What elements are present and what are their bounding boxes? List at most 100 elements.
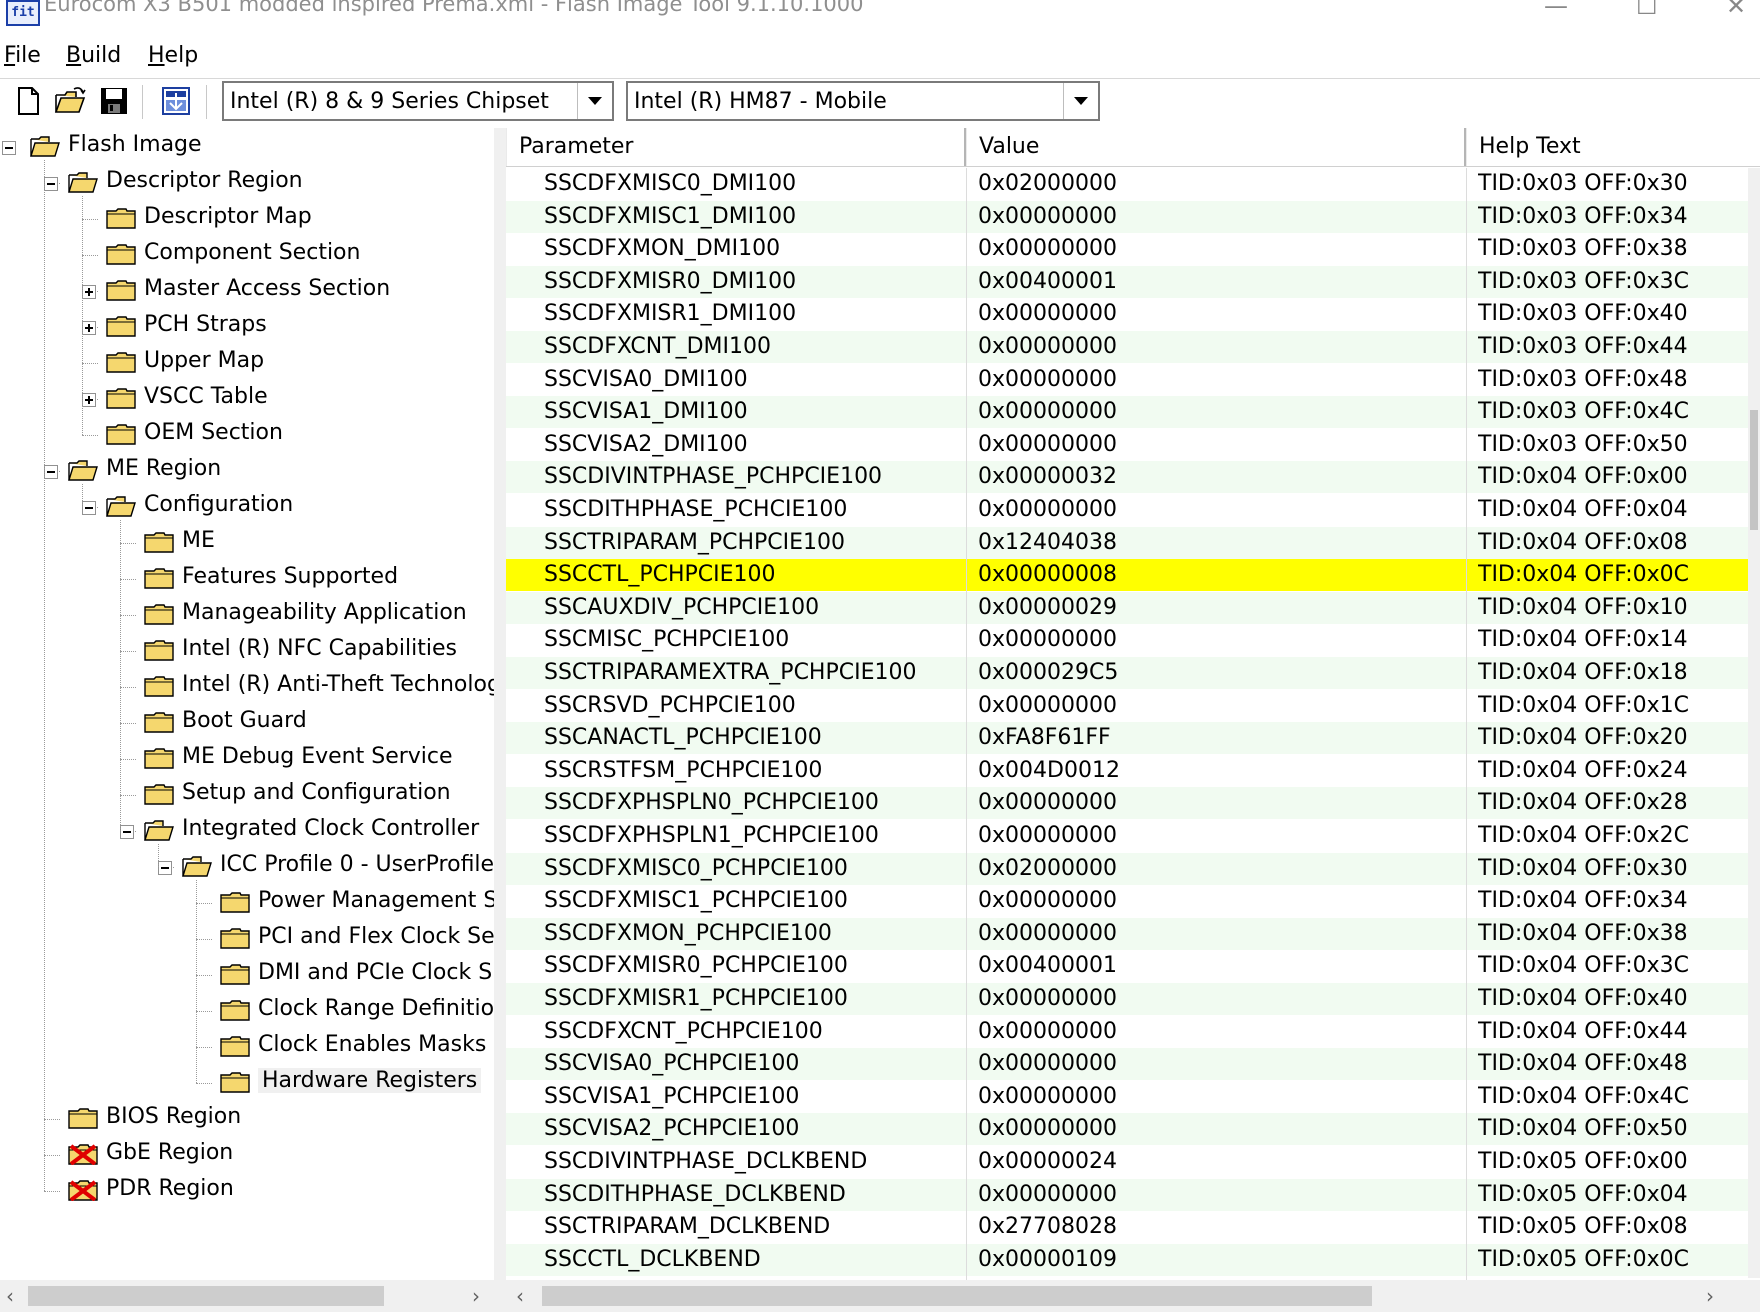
collapse-icon[interactable] <box>44 177 58 191</box>
collapse-icon[interactable] <box>120 825 134 839</box>
table-row[interactable]: SSCDFXMISR1_PCHPCIE100 0x00000000 TID:0x04… <box>506 983 1756 1015</box>
value-cell[interactable]: 0x00000000 <box>978 690 1466 722</box>
scroll-left-icon[interactable]: ‹ <box>6 1284 14 1308</box>
value-cell[interactable]: 0x02000000 <box>978 168 1466 200</box>
value-cell[interactable]: 0x00000008 <box>978 559 1466 591</box>
table-row[interactable]: SSCDIVINTPHASE_PCHPCIE100 0x00000032 TID:0… <box>506 461 1756 493</box>
value-cell[interactable]: 0x00000000 <box>978 918 1466 950</box>
value-cell[interactable]: 0x00000000 <box>978 1179 1466 1211</box>
value-cell[interactable]: 0x00000000 <box>978 1016 1466 1048</box>
table-row[interactable]: SSCVISA0_DMI100 0x00000000 TID:0x03 OFF:0x… <box>506 364 1756 396</box>
table-row[interactable]: SSCDFXMISC1_DMI100 0x00000000 TID:0x03 OFF… <box>506 201 1756 233</box>
table-row[interactable]: SSCTRIPARAMEXTRA_PCHPCIE100 0x000029C5 TID… <box>506 657 1756 689</box>
maximize-button[interactable]: ☐ <box>1636 0 1658 20</box>
expand-icon[interactable] <box>82 285 96 299</box>
table-row[interactable]: SSCDFXMISR0_DMI100 0x00400001 TID:0x03 OFF… <box>506 266 1756 298</box>
table-row[interactable]: SSCDFXPHSPLN0_PCHPCIE100 0x00000000 TID:0x… <box>506 787 1756 819</box>
expand-icon[interactable] <box>82 393 96 407</box>
build-image-icon[interactable] <box>160 85 192 117</box>
value-cell[interactable]: 0x00000032 <box>978 461 1466 493</box>
value-cell[interactable]: 0x00000109 <box>978 1244 1466 1276</box>
value-cell[interactable]: 0x00000000 <box>978 1048 1466 1080</box>
chipset-select[interactable]: Intel (R) 8 & 9 Series Chipset <box>222 81 614 121</box>
value-cell[interactable]: 0x00000000 <box>978 624 1466 656</box>
table-row[interactable]: SSCDFXMISC0_PCHPCIE100 0x02000000 TID:0x04… <box>506 853 1756 885</box>
table-row[interactable]: SSCAUXDIV_PCHPCIE100 0x00000029 TID:0x04 O… <box>506 592 1756 624</box>
table-row[interactable]: SSCCTL_PCHPCIE100 0x00000008 TID:0x04 OFF:… <box>506 559 1756 591</box>
value-cell[interactable]: 0x00000000 <box>978 396 1466 428</box>
value-cell[interactable]: 0x00000000 <box>978 820 1466 852</box>
open-folder-icon[interactable] <box>54 85 86 117</box>
value-cell[interactable]: 0xFA8F61FF <box>978 722 1466 754</box>
value-cell[interactable]: 0x00000000 <box>978 364 1466 396</box>
value-cell[interactable]: 0x00000000 <box>978 233 1466 265</box>
table-row[interactable]: SSCVISA1_DMI100 0x00000000 TID:0x03 OFF:0x… <box>506 396 1756 428</box>
table-row[interactable]: SSCDFXCNT_PCHPCIE100 0x00000000 TID:0x04 O… <box>506 1016 1756 1048</box>
value-cell[interactable]: 0x00000000 <box>978 1113 1466 1145</box>
scrollbar-thumb[interactable] <box>28 1286 384 1306</box>
value-cell[interactable]: 0x00400001 <box>978 950 1466 982</box>
table-row[interactable]: SSCTRIPARAM_DCLKBEND 0x27708028 TID:0x05 O… <box>506 1211 1756 1243</box>
value-cell[interactable]: 0x00000000 <box>978 494 1466 526</box>
collapse-icon[interactable] <box>158 861 172 875</box>
value-cell[interactable]: 0x00000000 <box>978 787 1466 819</box>
new-file-icon[interactable] <box>12 85 44 117</box>
scrollbar-thumb[interactable] <box>542 1286 1372 1306</box>
table-row[interactable]: SSCRSTFSM_PCHPCIE100 0x004D0012 TID:0x04 O… <box>506 755 1756 787</box>
menu-file[interactable]: File <box>4 43 41 68</box>
collapse-icon[interactable] <box>44 465 58 479</box>
table-row[interactable]: SSCDIVINTPHASE_DCLKBEND 0x00000024 TID:0x0… <box>506 1146 1756 1178</box>
value-cell[interactable]: 0x00000000 <box>978 201 1466 233</box>
table-row[interactable]: SSCDITHPHASE_PCHCIE100 0x00000000 TID:0x04… <box>506 494 1756 526</box>
minimize-button[interactable]: — <box>1544 0 1568 20</box>
table-row[interactable]: SSCDFXMISR1_DMI100 0x00000000 TID:0x03 OFF… <box>506 298 1756 330</box>
table-row[interactable]: SSCDFXMON_DMI100 0x00000000 TID:0x03 OFF:0… <box>506 233 1756 265</box>
menu-build[interactable]: Build <box>66 43 121 68</box>
table-row[interactable]: SSCTRIPARAM_PCHPCIE100 0x12404038 TID:0x04… <box>506 527 1756 559</box>
tree-horizontal-scrollbar[interactable]: ‹ › <box>0 1280 494 1312</box>
panel-splitter[interactable] <box>494 128 506 1312</box>
column-header-value[interactable]: Value <box>966 128 1466 166</box>
scrollbar-thumb[interactable] <box>1750 410 1758 530</box>
value-cell[interactable]: 0x004D0012 <box>978 755 1466 787</box>
table-row[interactable]: SSCDFXPHSPLN1_PCHPCIE100 0x00000000 TID:0x… <box>506 820 1756 852</box>
table-row[interactable]: SSCMISC_PCHPCIE100 0x00000000 TID:0x04 OFF… <box>506 624 1756 656</box>
collapse-icon[interactable] <box>2 141 16 155</box>
table-row[interactable]: SSCDFXCNT_DMI100 0x00000000 TID:0x03 OFF:0… <box>506 331 1756 363</box>
table-row[interactable]: SSCRSVD_PCHPCIE100 0x00000000 TID:0x04 OFF… <box>506 690 1756 722</box>
collapse-icon[interactable] <box>82 501 96 515</box>
value-cell[interactable]: 0x02000000 <box>978 853 1466 885</box>
sku-select[interactable]: Intel (R) HM87 - Mobile <box>626 81 1100 121</box>
table-row[interactable]: SSCVISA1_PCHPCIE100 0x00000000 TID:0x04 OF… <box>506 1081 1756 1113</box>
value-cell[interactable]: 0x00000000 <box>978 1081 1466 1113</box>
table-row[interactable]: SSCVISA2_DMI100 0x00000000 TID:0x03 OFF:0x… <box>506 429 1756 461</box>
value-cell[interactable]: 0x00000000 <box>978 331 1466 363</box>
value-cell[interactable]: 0x000029C5 <box>978 657 1466 689</box>
value-cell[interactable]: 0x00000000 <box>978 429 1466 461</box>
grid-horizontal-scrollbar[interactable]: ‹ › <box>506 1280 1728 1312</box>
table-row[interactable]: SSCANACTL_PCHPCIE100 0xFA8F61FF TID:0x04 O… <box>506 722 1756 754</box>
table-row[interactable]: SSCDFXMISC1_PCHPCIE100 0x00000000 TID:0x04… <box>506 885 1756 917</box>
table-row[interactable]: SSCDFXMON_PCHPCIE100 0x00000000 TID:0x04 O… <box>506 918 1756 950</box>
scroll-right-icon[interactable]: › <box>1706 1284 1714 1308</box>
value-cell[interactable]: 0x00000000 <box>978 298 1466 330</box>
save-icon[interactable] <box>98 85 130 117</box>
close-button[interactable]: ✕ <box>1726 0 1746 20</box>
table-row[interactable]: SSCVISA0_PCHPCIE100 0x00000000 TID:0x04 OF… <box>506 1048 1756 1080</box>
column-header-parameter[interactable]: Parameter <box>506 128 966 166</box>
table-row[interactable]: SSCDFXMISR0_PCHPCIE100 0x00400001 TID:0x04… <box>506 950 1756 982</box>
value-cell[interactable]: 0x27708028 <box>978 1211 1466 1243</box>
value-cell[interactable]: 0x00400001 <box>978 266 1466 298</box>
scroll-left-icon[interactable]: ‹ <box>516 1284 524 1308</box>
grid-vertical-scrollbar[interactable] <box>1748 168 1760 1278</box>
table-row[interactable]: SSCDITHPHASE_DCLKBEND 0x00000000 TID:0x05 … <box>506 1179 1756 1211</box>
value-cell[interactable]: 0x12404038 <box>978 527 1466 559</box>
chevron-down-icon[interactable] <box>577 83 612 119</box>
column-header-help-text[interactable]: Help Text <box>1466 128 1760 166</box>
table-row[interactable]: SSCDFXMISC0_DMI100 0x02000000 TID:0x03 OFF… <box>506 168 1756 200</box>
value-cell[interactable]: 0x00000024 <box>978 1146 1466 1178</box>
expand-icon[interactable] <box>82 321 96 335</box>
chevron-down-icon[interactable] <box>1063 83 1098 119</box>
scroll-right-icon[interactable]: › <box>472 1284 480 1308</box>
value-cell[interactable]: 0x00000000 <box>978 885 1466 917</box>
